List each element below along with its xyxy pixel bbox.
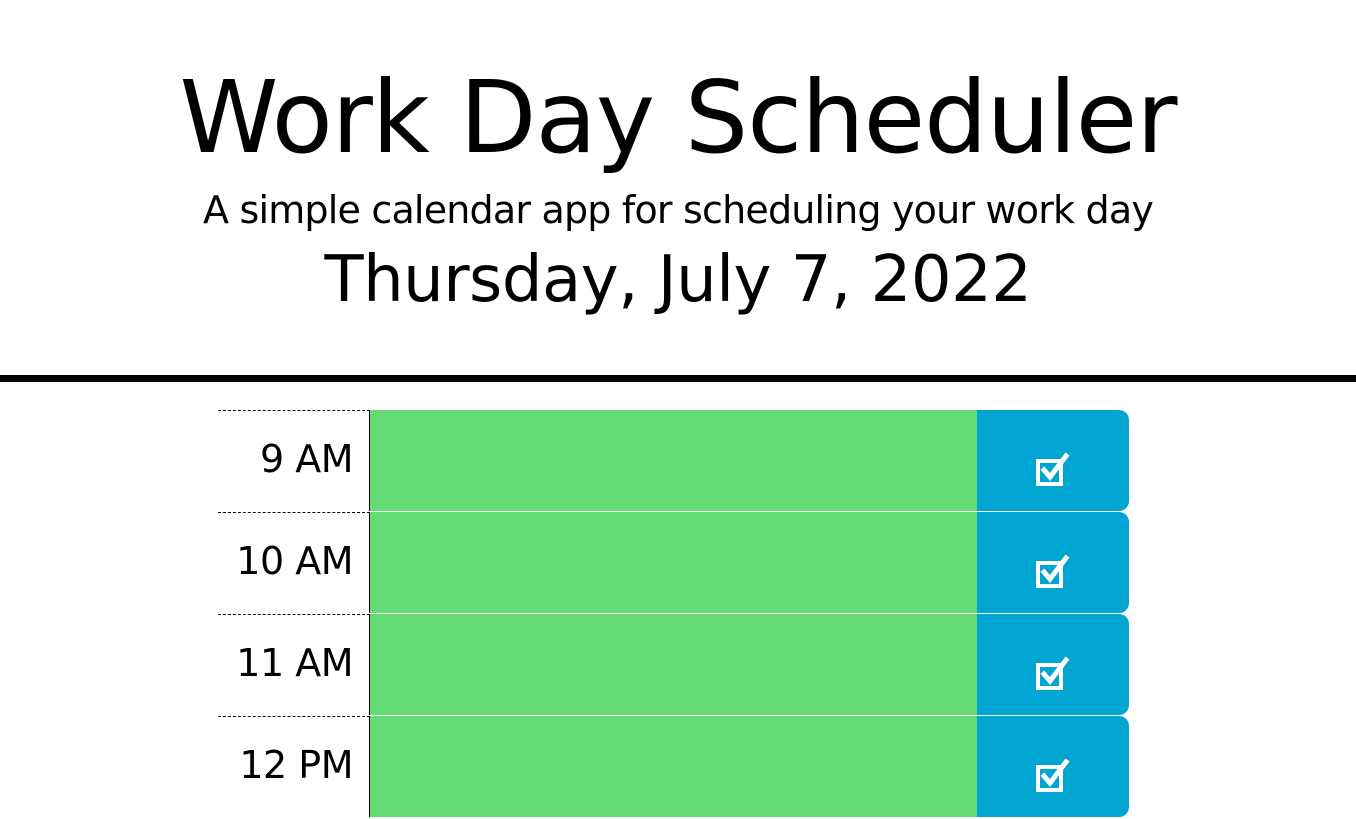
checkbox-icon [1036, 655, 1070, 690]
header: Work Day Scheduler A simple calendar app… [0, 0, 1356, 382]
hour-label: 12 PM [218, 716, 370, 817]
time-block-9am: 9 AM [218, 410, 1129, 511]
hour-label: 9 AM [218, 410, 370, 511]
save-button[interactable] [977, 614, 1129, 715]
save-button[interactable] [977, 410, 1129, 511]
event-description-input[interactable] [370, 410, 977, 511]
event-description-input[interactable] [370, 614, 977, 715]
checkbox-icon [1036, 757, 1070, 792]
time-block-11am: 11 AM [218, 614, 1129, 715]
current-date: Thursday, July 7, 2022 [324, 243, 1033, 317]
checkbox-icon [1036, 553, 1070, 588]
page-subtitle: A simple calendar app for scheduling you… [202, 188, 1154, 232]
hour-label: 11 AM [218, 614, 370, 715]
event-description-input[interactable] [370, 512, 977, 613]
checkbox-icon [1036, 451, 1070, 486]
event-description-input[interactable] [370, 716, 977, 817]
page-title: Work Day Scheduler [179, 59, 1178, 176]
hour-label: 10 AM [218, 512, 370, 613]
time-block-12pm: 12 PM [218, 716, 1129, 817]
save-button[interactable] [977, 512, 1129, 613]
save-button[interactable] [977, 716, 1129, 817]
time-block-10am: 10 AM [218, 512, 1129, 613]
time-blocks-container: 9 AM 10 AM 11 AM 12 PM [218, 410, 1129, 818]
